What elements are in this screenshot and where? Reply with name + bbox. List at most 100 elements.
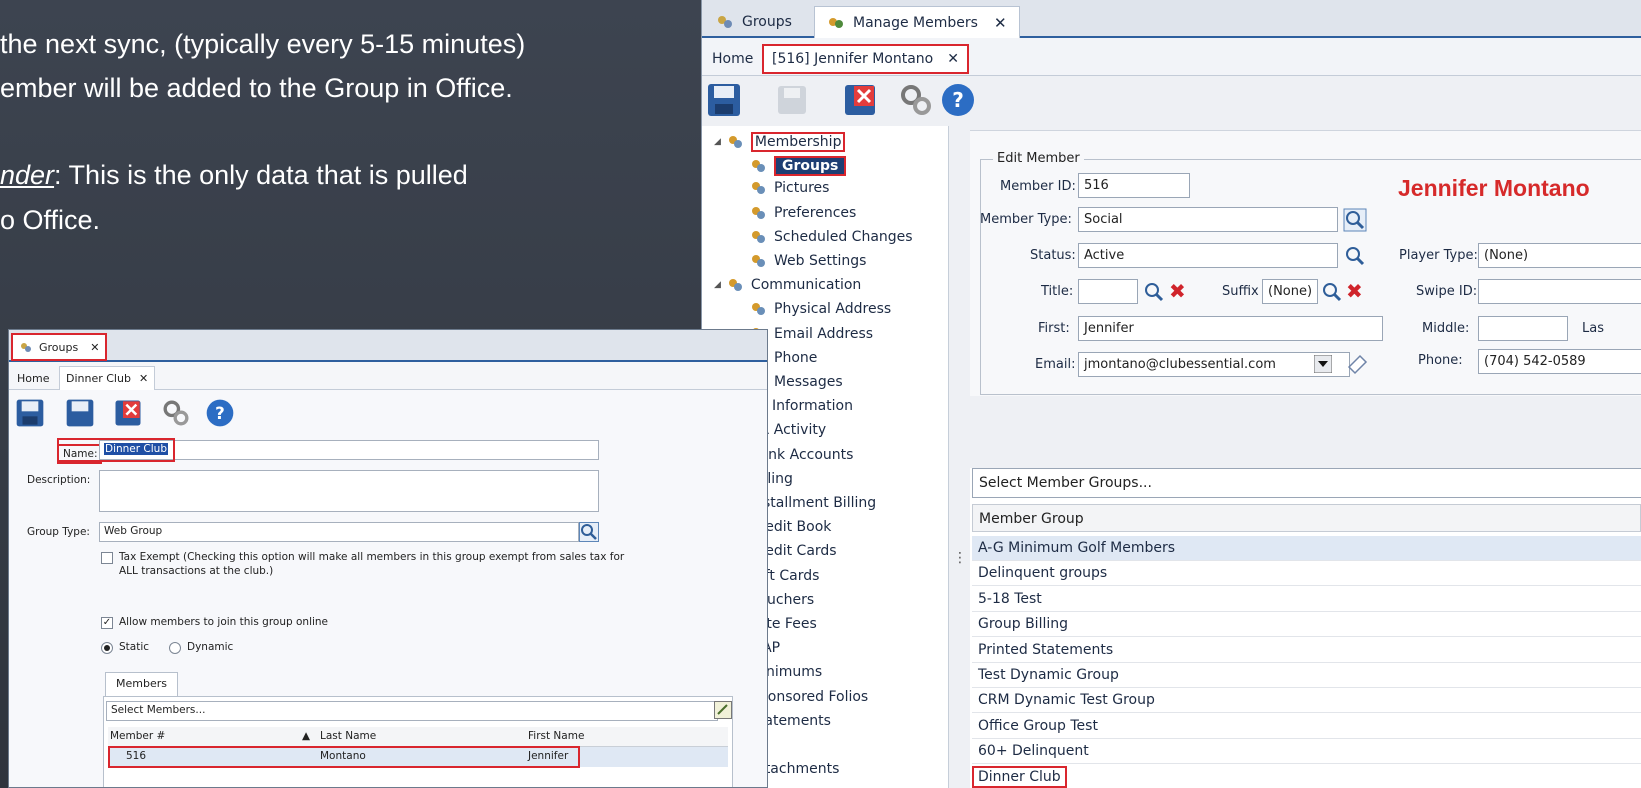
sidebar-item-preferences[interactable]: Preferences xyxy=(750,205,856,221)
save-close-icon[interactable] xyxy=(65,398,95,428)
add-member-icon[interactable] xyxy=(714,701,732,719)
tab-dinner-club-label: Dinner Club xyxy=(66,372,131,385)
close-icon[interactable]: ✕ xyxy=(90,341,99,354)
search-icon[interactable] xyxy=(1320,280,1344,304)
table-row[interactable]: Delinquent groups xyxy=(972,561,1641,587)
clear-icon[interactable]: ✖ xyxy=(1169,281,1186,301)
delete-icon[interactable] xyxy=(113,398,143,428)
tab-manage-members[interactable]: Manage Members ✕ xyxy=(814,6,1020,38)
status-field[interactable]: Active xyxy=(1078,243,1338,268)
tree-node-icon xyxy=(727,277,745,293)
clear-icon[interactable]: ✖ xyxy=(1346,281,1363,301)
sort-ascending-icon[interactable]: ▲ xyxy=(302,730,310,742)
member-type-lookup-icon[interactable] xyxy=(1343,208,1367,232)
splitter-handle[interactable]: ⋮ xyxy=(953,550,967,566)
player-type-field[interactable]: (None) xyxy=(1478,243,1641,268)
tax-exempt-checkbox[interactable] xyxy=(101,552,113,564)
description-field[interactable] xyxy=(99,470,599,512)
slide-line-3: nder: This is the only data that is pull… xyxy=(0,155,468,195)
table-row[interactable]: 5-18 Test xyxy=(972,587,1641,612)
sidebar-item-groups[interactable]: Groups xyxy=(750,156,847,177)
groups-window: Groups ✕ Home Dinner Club ✕ ? Name: Dinn… xyxy=(8,329,768,788)
delete-icon[interactable] xyxy=(842,82,878,118)
swipe-id-field[interactable] xyxy=(1478,279,1641,304)
title-field[interactable] xyxy=(1078,279,1138,304)
group-type-lookup-icon[interactable] xyxy=(579,522,599,542)
member-id-label: Member ID: xyxy=(1000,179,1076,194)
phone-field[interactable]: (704) 542-0589 xyxy=(1478,349,1641,374)
table-row[interactable]: Dinner Club xyxy=(972,765,1641,788)
save-close-icon[interactable] xyxy=(774,82,810,118)
sidebar-item-scheduled-changes[interactable]: Scheduled Changes xyxy=(750,229,913,245)
table-row[interactable]: Printed Statements xyxy=(972,638,1641,663)
member-type-field[interactable]: Social xyxy=(1078,207,1338,232)
dynamic-radio[interactable] xyxy=(169,642,181,654)
first-name-column[interactable]: First Name xyxy=(528,730,584,742)
tab-home[interactable]: Home xyxy=(704,44,761,74)
close-icon[interactable]: ✕ xyxy=(994,14,1007,32)
tab-members[interactable]: Members xyxy=(105,672,178,696)
close-icon[interactable]: ✕ xyxy=(139,372,148,385)
tab-home-small[interactable]: Home xyxy=(11,366,55,390)
sidebar-item-web-settings[interactable]: Web Settings xyxy=(750,253,866,269)
name-field[interactable]: Dinner Club xyxy=(99,440,599,460)
tab-member-record[interactable]: [516] Jennifer Montano ✕ xyxy=(762,44,969,74)
save-icon[interactable] xyxy=(706,82,742,118)
members-icon xyxy=(829,17,843,28)
member-id-field[interactable]: 516 xyxy=(1078,173,1190,198)
gear-icon[interactable] xyxy=(161,398,191,428)
suffix-label: Suffix xyxy=(1222,284,1259,299)
help-icon[interactable]: ? xyxy=(940,82,976,118)
sidebar-item-membership[interactable]: ◢ Membership xyxy=(714,132,846,152)
expand-arrow-icon[interactable]: ◢ xyxy=(714,137,721,147)
middle-label: Middle: xyxy=(1422,321,1470,336)
member-group-cell: Group Billing xyxy=(978,616,1068,633)
sidebar-item-communication[interactable]: ◢ Communication xyxy=(714,277,861,293)
player-type-label: Player Type: xyxy=(1399,248,1478,263)
sidebar-item-physical-address[interactable]: Physical Address xyxy=(750,301,891,317)
table-row[interactable]: 60+ Delinquent xyxy=(972,739,1641,765)
table-row[interactable]: Test Dynamic Group xyxy=(972,663,1641,688)
select-members-input[interactable]: Select Members... xyxy=(106,701,718,721)
static-radio[interactable] xyxy=(101,642,113,654)
first-field[interactable]: Jennifer xyxy=(1078,316,1383,341)
table-row[interactable]: Office Group Test xyxy=(972,714,1641,739)
sidebar-item-pictures[interactable]: Pictures xyxy=(750,180,829,196)
expand-arrow-icon[interactable]: ◢ xyxy=(714,280,721,290)
tab-groups[interactable]: Groups xyxy=(704,6,804,38)
slide-line-3-rest: : This is the only data that is pulled xyxy=(54,160,468,190)
sidebar-item-email-address[interactable]: Email Address xyxy=(750,326,873,342)
allow-online-checkbox[interactable]: ✓ xyxy=(101,617,113,629)
search-icon[interactable] xyxy=(1343,244,1367,268)
close-icon[interactable]: ✕ xyxy=(947,51,959,67)
last-label: Las xyxy=(1582,321,1604,336)
last-name-column[interactable]: Last Name xyxy=(320,730,376,742)
search-icon[interactable] xyxy=(1142,280,1166,304)
suffix-field[interactable]: (None) xyxy=(1262,279,1318,304)
save-icon[interactable] xyxy=(15,398,45,428)
member-number-column[interactable]: Member # xyxy=(110,730,165,742)
slide-line-1: the next sync, (typically every 5-15 min… xyxy=(0,29,526,59)
email-envelope-icon[interactable] xyxy=(1346,353,1368,375)
select-member-groups-input[interactable]: Select Member Groups... xyxy=(972,468,1641,498)
chevron-down-icon[interactable] xyxy=(1314,355,1332,373)
email-label: Email: xyxy=(1035,357,1076,372)
group-type-field[interactable]: Web Group xyxy=(99,522,579,542)
tab-groups-small[interactable]: Groups ✕ xyxy=(11,333,108,361)
tree-node-icon xyxy=(750,205,768,221)
title-label: Title: xyxy=(1041,284,1074,299)
table-row[interactable]: 516 Montano Jennifer xyxy=(108,746,728,768)
slide-line-3-italic: nder xyxy=(0,160,55,190)
table-row[interactable]: CRM Dynamic Test Group xyxy=(972,688,1641,714)
sidebar-item-label: Groups xyxy=(774,156,847,177)
help-icon[interactable]: ? xyxy=(205,398,235,428)
email-field[interactable]: jmontano@clubessential.com xyxy=(1078,352,1350,377)
member-group-column-header[interactable]: Member Group xyxy=(972,504,1641,532)
sidebar-item-installment-billing[interactable]: Installment Billing xyxy=(750,495,876,511)
member-number-cell: 516 xyxy=(126,750,147,762)
middle-field[interactable] xyxy=(1478,316,1568,341)
tab-dinner-club[interactable]: Dinner Club ✕ xyxy=(59,366,156,390)
table-row[interactable]: Group Billing xyxy=(972,612,1641,638)
table-row[interactable]: A-G Minimum Golf Members xyxy=(972,536,1641,561)
gear-icon[interactable] xyxy=(898,82,934,118)
